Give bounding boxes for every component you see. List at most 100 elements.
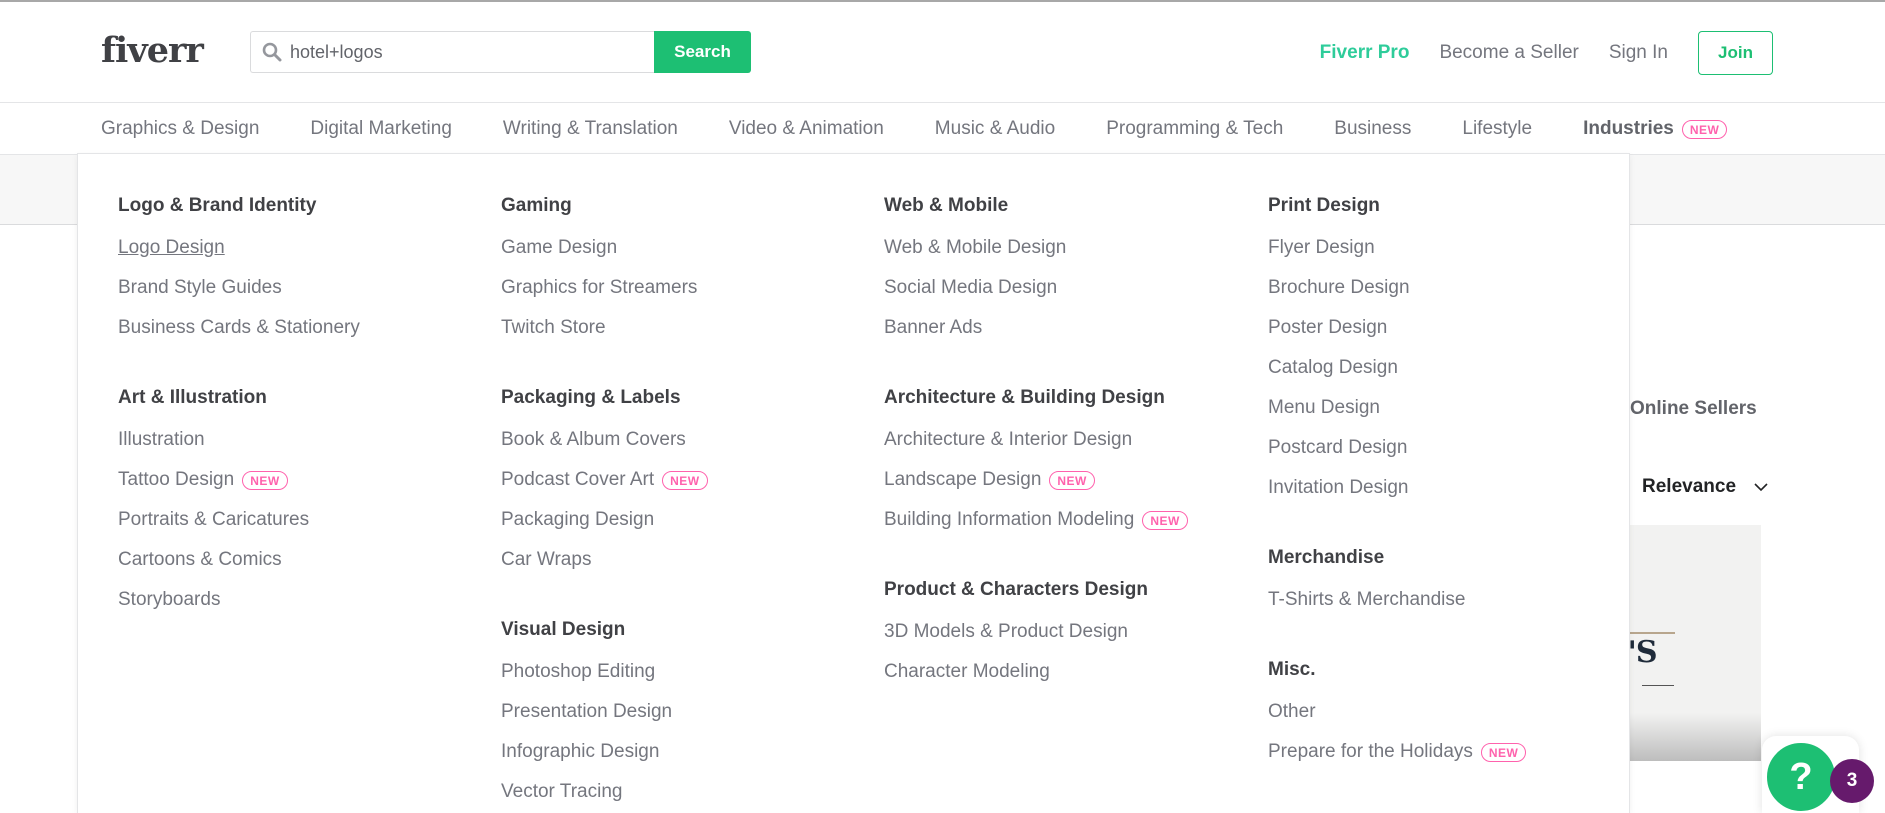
search-input[interactable]	[290, 41, 620, 63]
group-title: Product & Characters Design	[884, 579, 1148, 600]
subcategory-link[interactable]: Photoshop Editing	[501, 652, 871, 692]
link-label: Building Information Modeling	[884, 509, 1135, 530]
link-label: Brand Style Guides	[118, 277, 282, 298]
link-label: Banner Ads	[884, 317, 983, 338]
link-label: Invitation Design	[1268, 477, 1409, 498]
subcategory-link[interactable]: Other	[1268, 692, 1638, 732]
subcategory-link[interactable]: Landscape Design NEW	[884, 460, 1254, 500]
link-label: Game Design	[501, 237, 618, 258]
subcategory-link[interactable]: Poster Design	[1268, 308, 1638, 348]
link-label: Business Cards & Stationery	[118, 317, 360, 338]
subcategory-link[interactable]: Postcard Design	[1268, 428, 1638, 468]
subcategory-link[interactable]: Graphics for Streamers	[501, 268, 871, 308]
subcategory-link[interactable]: Building Information Modeling NEW	[884, 500, 1254, 540]
subcategory-link[interactable]: Logo Design	[118, 228, 488, 268]
sort-dropdown[interactable]: Relevance	[1642, 476, 1768, 498]
link-label: Car Wraps	[501, 549, 592, 570]
dropdown-column: Gaming Game Design Graphics for Streamer…	[501, 186, 871, 813]
link-label: Presentation Design	[501, 701, 673, 722]
link-label: Catalog Design	[1268, 357, 1398, 378]
subcategory-link[interactable]: Prepare for the Holidays NEW	[1268, 732, 1638, 772]
subcategory-link[interactable]: Web & Mobile Design	[884, 228, 1254, 268]
subcategory-link[interactable]: Illustration	[118, 420, 488, 460]
subcategory-link[interactable]: Menu Design	[1268, 388, 1638, 428]
subcategory-link[interactable]: Portraits & Caricatures	[118, 500, 488, 540]
subcategory-link[interactable]: Business Cards & Stationery	[118, 308, 488, 348]
dropdown-column: Web & Mobile Web & Mobile Design Social …	[884, 186, 1254, 722]
online-sellers-toggle-label[interactable]: Online Sellers	[1630, 398, 1757, 420]
subcategory-link[interactable]: 3D Models & Product Design	[884, 612, 1254, 652]
new-badge: NEW	[1142, 510, 1188, 530]
new-badge: NEW	[1049, 470, 1095, 490]
category-nav: Graphics & Design Digital Marketing Writ…	[0, 104, 1885, 156]
group-title: Misc.	[1268, 659, 1316, 680]
subcategory-link[interactable]: Infographic Design	[501, 732, 871, 772]
subcategory-link[interactable]: Social Media Design	[884, 268, 1254, 308]
subcategory-link[interactable]: Invitation Design	[1268, 468, 1638, 508]
category-tab-music-audio[interactable]: Music & Audio	[935, 104, 1055, 154]
subcategory-link[interactable]: Storyboards	[118, 580, 488, 620]
link-label: Storyboards	[118, 589, 221, 610]
subcategory-group: Print Design Flyer Design Brochure Desig…	[1268, 186, 1638, 508]
subcategory-link[interactable]: Tattoo Design NEW	[118, 460, 488, 500]
fiverr-pro-link[interactable]: Fiverr Pro	[1320, 42, 1410, 64]
subcategory-link[interactable]: Car Wraps	[501, 540, 871, 580]
category-tab-label: Industries	[1583, 118, 1674, 139]
subcategory-link[interactable]: Banner Ads	[884, 308, 1254, 348]
subcategory-link[interactable]: Twitch Store	[501, 308, 871, 348]
subcategory-link[interactable]: T-Shirts & Merchandise	[1268, 580, 1638, 620]
category-tab-graphics-design[interactable]: Graphics & Design	[101, 104, 260, 156]
subcategory-link[interactable]: Presentation Design	[501, 692, 871, 732]
join-button[interactable]: Join	[1698, 31, 1773, 75]
link-label: Illustration	[118, 429, 205, 450]
subcategory-link[interactable]: Catalog Design	[1268, 348, 1638, 388]
subcategory-link[interactable]: Architecture & Interior Design	[884, 420, 1254, 460]
link-label: Web & Mobile Design	[884, 237, 1067, 258]
subcategory-link[interactable]: Book & Album Covers	[501, 420, 871, 460]
link-label: Other	[1268, 701, 1316, 722]
link-label: T-Shirts & Merchandise	[1268, 589, 1466, 610]
link-label: Portraits & Caricatures	[118, 509, 310, 530]
become-seller-link[interactable]: Become a Seller	[1439, 42, 1578, 64]
new-badge: NEW	[662, 470, 708, 490]
search-field[interactable]	[250, 31, 654, 73]
link-label: Logo Design	[118, 237, 225, 258]
group-title: Art & Illustration	[118, 387, 267, 408]
sign-in-link[interactable]: Sign In	[1609, 42, 1668, 64]
subcategory-link[interactable]: Character Modeling	[884, 652, 1254, 692]
category-tab-video-animation[interactable]: Video & Animation	[729, 104, 884, 154]
group-title: Packaging & Labels	[501, 387, 681, 408]
subcategory-group: Architecture & Building Design Architect…	[884, 378, 1254, 540]
link-label: 3D Models & Product Design	[884, 621, 1128, 642]
subcategory-link[interactable]: Game Design	[501, 228, 871, 268]
category-tab-digital-marketing[interactable]: Digital Marketing	[310, 104, 452, 154]
subcategory-link[interactable]: Cartoons & Comics	[118, 540, 488, 580]
chevron-down-icon	[1754, 483, 1768, 492]
fiverr-logo[interactable]: fiverr	[101, 30, 204, 71]
help-button[interactable]: ?	[1764, 740, 1838, 813]
subcategory-link[interactable]: Podcast Cover Art NEW	[501, 460, 871, 500]
link-label: Postcard Design	[1268, 437, 1408, 458]
link-label: Character Modeling	[884, 661, 1050, 682]
subcategory-link[interactable]: Vector Tracing	[501, 772, 871, 812]
subcategory-link[interactable]: Brand Style Guides	[118, 268, 488, 308]
search-button[interactable]: Search	[654, 31, 751, 73]
category-tab-programming-tech[interactable]: Programming & Tech	[1106, 104, 1283, 154]
group-title: Visual Design	[501, 619, 626, 640]
subcategory-group: Logo & Brand Identity Logo Design Brand …	[118, 186, 488, 348]
link-label: Prepare for the Holidays	[1268, 741, 1473, 762]
category-tab-lifestyle[interactable]: Lifestyle	[1462, 104, 1532, 154]
subcategory-group: Web & Mobile Web & Mobile Design Social …	[884, 186, 1254, 348]
subcategory-link[interactable]: Packaging Design	[501, 500, 871, 540]
category-tab-industries[interactable]: Industries NEW	[1583, 104, 1728, 154]
group-title: Web & Mobile	[884, 195, 1009, 216]
subcategory-group: Packaging & Labels Book & Album Covers P…	[501, 378, 871, 580]
link-label: Packaging Design	[501, 509, 655, 530]
category-tab-business[interactable]: Business	[1334, 104, 1411, 154]
link-label: Social Media Design	[884, 277, 1058, 298]
subcategory-link[interactable]: Brochure Design	[1268, 268, 1638, 308]
gig-card-image[interactable]: IG'S	[1630, 525, 1761, 761]
category-tab-writing-translation[interactable]: Writing & Translation	[503, 104, 678, 154]
notification-count-badge: 3	[1830, 759, 1874, 803]
subcategory-link[interactable]: Flyer Design	[1268, 228, 1638, 268]
